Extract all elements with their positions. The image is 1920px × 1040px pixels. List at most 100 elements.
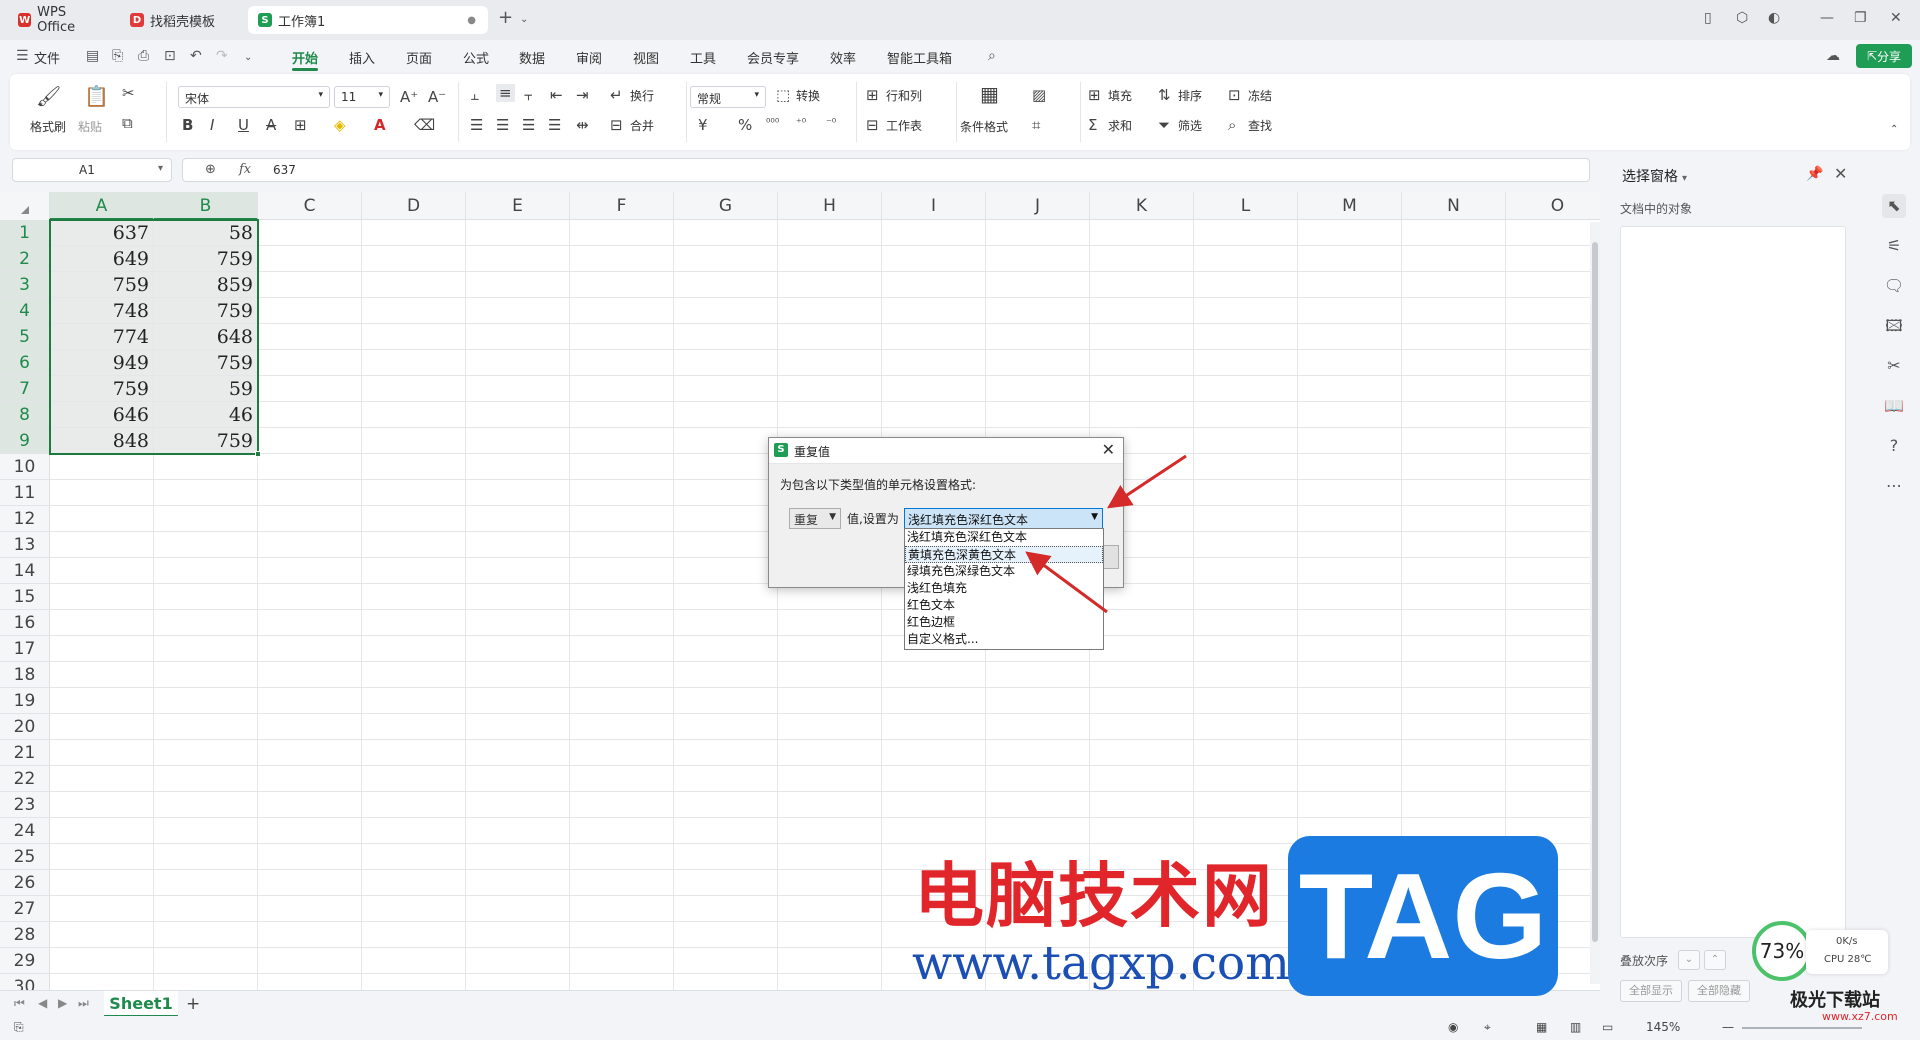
convert-icon[interactable]: ⬚ xyxy=(776,86,790,104)
row-col-icon[interactable]: ⊞ xyxy=(866,86,879,104)
pin-icon[interactable]: 📌 xyxy=(1806,166,1823,182)
align-left-icon[interactable]: ☰ xyxy=(470,116,483,134)
row-header-10[interactable]: 10 xyxy=(0,454,50,480)
target-icon[interactable]: ⌖ xyxy=(1484,1020,1491,1035)
thousands-icon[interactable]: ⁰⁰⁰ xyxy=(766,116,779,129)
layout-icon[interactable]: ▯ xyxy=(1704,10,1712,26)
convert-label[interactable]: 转换 xyxy=(796,87,820,104)
row-header-4[interactable]: 4 xyxy=(0,298,50,324)
row-header-27[interactable]: 27 xyxy=(0,896,50,922)
filter-label[interactable]: 筛选 xyxy=(1178,117,1202,134)
fill-color-icon[interactable]: ◈ xyxy=(334,116,346,134)
align-middle-icon[interactable]: ≡ xyxy=(496,84,515,102)
close-window-icon[interactable]: ✕ xyxy=(1890,10,1902,26)
column-header-l[interactable]: L xyxy=(1194,192,1298,220)
row-header-7[interactable]: 7 xyxy=(0,376,50,402)
avatar-icon[interactable]: ◐ xyxy=(1768,10,1780,26)
freeze-label[interactable]: 冻结 xyxy=(1248,87,1272,104)
menu-efficiency[interactable]: 效率 xyxy=(830,48,856,67)
eye-protection-icon[interactable]: ◉ xyxy=(1448,1020,1458,1034)
row-header-19[interactable]: 19 xyxy=(0,688,50,714)
menu-home[interactable]: 开始 xyxy=(292,48,318,67)
help-icon[interactable]: ? xyxy=(1882,434,1906,458)
export-icon[interactable]: ⎘ xyxy=(112,48,123,64)
indent-decrease-icon[interactable]: ⇤ xyxy=(550,86,563,104)
strikethrough-icon[interactable]: A xyxy=(266,116,276,134)
column-header-n[interactable]: N xyxy=(1402,192,1506,220)
collapse-ribbon-icon[interactable]: ⌃ xyxy=(1890,124,1898,135)
vertical-scrollbar[interactable] xyxy=(1590,222,1600,984)
tab-wps-office[interactable]: W WPS Office xyxy=(8,5,114,35)
dialog-titlebar[interactable]: S 重复值 ✕ xyxy=(769,438,1123,464)
conditional-format-icon[interactable]: ▦ xyxy=(980,82,999,106)
format-style-dropdown[interactable]: 浅红填充色深红色文本 黄填充色深黄色文本 绿填充色深绿色文本 浅红色填充 红色文… xyxy=(904,528,1104,650)
dialog-close-icon[interactable]: ✕ xyxy=(1102,440,1115,459)
share-button[interactable]: ⇱ 分享 xyxy=(1856,44,1912,68)
close-pane-icon[interactable]: ✕ xyxy=(1834,164,1847,183)
sort-label[interactable]: 排序 xyxy=(1178,87,1202,104)
sheet-tab-sheet1[interactable]: Sheet1 xyxy=(104,991,178,1017)
indent-increase-icon[interactable]: ⇥ xyxy=(576,86,589,104)
wrap-label[interactable]: 换行 xyxy=(630,87,654,104)
cut-icon[interactable]: ✂ xyxy=(122,84,135,102)
conditional-format-label[interactable]: 条件格式 xyxy=(960,118,1008,135)
show-all-button[interactable]: 全部显示 xyxy=(1620,980,1682,1002)
dropdown-option-highlighted[interactable]: 黄填充色深黄色文本 xyxy=(905,546,1103,563)
next-sheet-icon[interactable]: ▶ xyxy=(58,996,67,1010)
menu-page[interactable]: 页面 xyxy=(406,48,432,67)
tab-docer[interactable]: D 找稻壳模板 xyxy=(120,6,244,34)
cpu-usage-widget[interactable]: 73% xyxy=(1752,921,1812,981)
hide-all-button[interactable]: 全部隐藏 xyxy=(1688,980,1750,1002)
row-header-1[interactable]: 1 xyxy=(0,220,50,246)
row-header-6[interactable]: 6 xyxy=(0,350,50,376)
fx-icon[interactable]: fx xyxy=(239,162,251,177)
merge-label[interactable]: 合并 xyxy=(630,117,654,134)
column-header-i[interactable]: I xyxy=(882,192,986,220)
menu-review[interactable]: 审阅 xyxy=(576,48,602,67)
zoom-search-icon[interactable]: ⊕ xyxy=(205,162,216,177)
zoom-slider[interactable] xyxy=(1742,1027,1862,1029)
row-header-15[interactable]: 15 xyxy=(0,584,50,610)
eraser-icon[interactable]: ⌫ xyxy=(414,116,435,134)
percent-icon[interactable]: % xyxy=(738,116,752,134)
name-box[interactable]: A1 ▾ xyxy=(12,158,172,182)
cell-format-icon[interactable]: ⌗ xyxy=(1032,116,1040,134)
font-color-icon[interactable]: A xyxy=(374,116,386,134)
column-header-k[interactable]: K xyxy=(1090,192,1194,220)
format-painter-label[interactable]: 格式刷 xyxy=(30,118,66,135)
row-header-26[interactable]: 26 xyxy=(0,870,50,896)
row-header-25[interactable]: 25 xyxy=(0,844,50,870)
more-icon[interactable]: ⋯ xyxy=(1882,474,1906,498)
image-edit-icon[interactable]: 🖾 xyxy=(1882,314,1906,338)
align-top-icon[interactable]: ⫠ xyxy=(470,86,479,104)
first-sheet-icon[interactable]: ⏮ xyxy=(14,996,25,1011)
row-header-2[interactable]: 2 xyxy=(0,246,50,272)
redo-icon[interactable]: ↷ xyxy=(216,48,228,64)
fill-handle[interactable] xyxy=(255,451,261,457)
new-tab-plus-icon[interactable]: + xyxy=(498,7,513,28)
add-sheet-button[interactable]: + xyxy=(186,994,200,1014)
search-icon[interactable]: ⌕ xyxy=(988,48,996,64)
row-header-8[interactable]: 8 xyxy=(0,402,50,428)
column-header-b[interactable]: B xyxy=(154,192,258,220)
row-header-23[interactable]: 23 xyxy=(0,792,50,818)
row-header-17[interactable]: 17 xyxy=(0,636,50,662)
align-bottom-icon[interactable]: ⫟ xyxy=(524,86,533,104)
number-format-select[interactable]: 常规 ▾ xyxy=(690,86,766,108)
select-all-corner[interactable] xyxy=(0,192,50,220)
macro-icon[interactable]: ⎘ xyxy=(14,1020,24,1035)
freeze-icon[interactable]: ⊡ xyxy=(1228,86,1241,104)
dropdown-option[interactable]: 绿填充色深绿色文本 xyxy=(905,563,1103,580)
sort-icon[interactable]: ⇅ xyxy=(1158,86,1171,104)
zoom-out-icon[interactable]: — xyxy=(1722,1020,1734,1034)
paste-icon[interactable]: 📋 xyxy=(84,84,109,108)
comment-icon[interactable]: 🗨 xyxy=(1882,274,1906,298)
move-down-button[interactable]: ⌄ xyxy=(1678,950,1700,970)
row-header-11[interactable]: 11 xyxy=(0,480,50,506)
quick-access-chevron-icon[interactable]: ⌄ xyxy=(244,52,252,63)
menu-view[interactable]: 视图 xyxy=(633,48,659,67)
formula-bar[interactable]: ⊕ fx 637 xyxy=(182,158,1590,182)
justify-icon[interactable]: ☰ xyxy=(548,116,561,134)
column-header-d[interactable]: D xyxy=(362,192,466,220)
row-header-12[interactable]: 12 xyxy=(0,506,50,532)
